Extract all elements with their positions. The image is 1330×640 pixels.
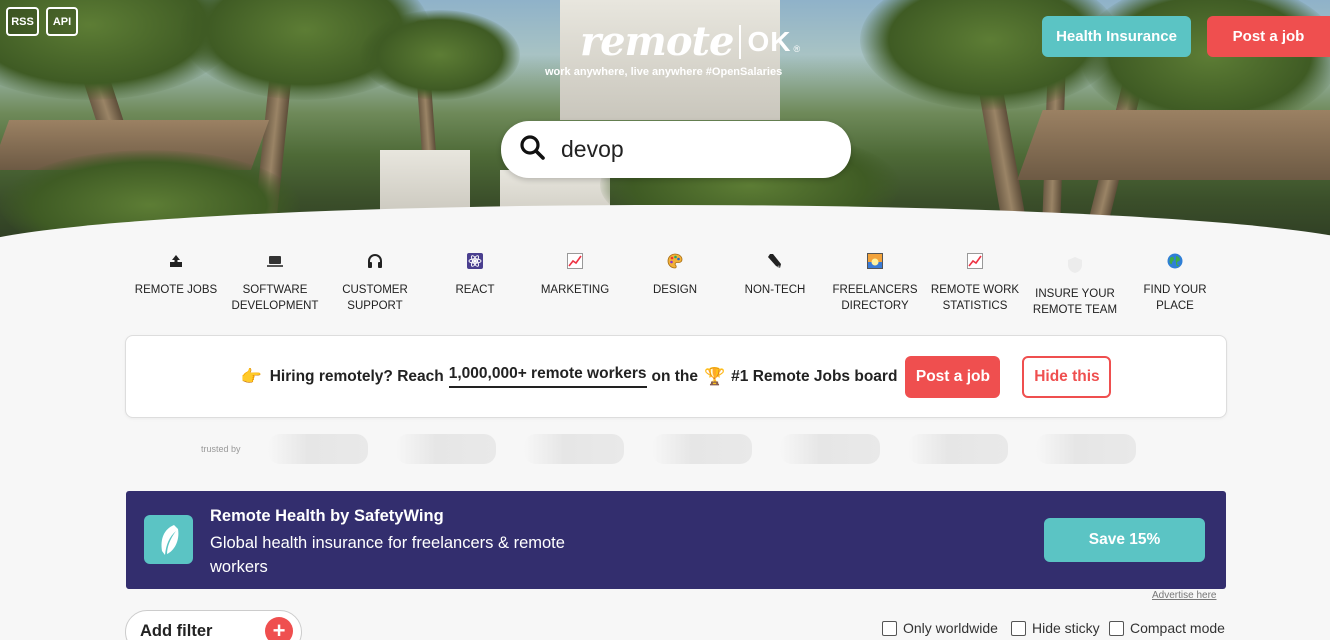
logo-ok: OK (747, 25, 792, 57)
hiring-post-job-button[interactable]: Post a job (905, 355, 1001, 398)
hide-sticky-checkbox[interactable]: Hide sticky (1011, 620, 1100, 636)
trusted-logo-placeholder (780, 434, 880, 464)
hiring-promo-box: 👉 Hiring remotely? Reach 1,000,000+ remo… (125, 335, 1227, 418)
category-label: DESIGN (652, 284, 698, 296)
advertise-here-link[interactable]: Advertise here (1152, 590, 1216, 601)
add-filter-label: Add filter (140, 622, 213, 640)
add-filter-button[interactable]: Add filter + (125, 610, 302, 640)
trusted-logo-placeholder (268, 434, 368, 464)
category-nav: REMOTE JOBS SOFTWARE DEVELOPMENT CUSTOME… (0, 252, 1330, 322)
logo-word: remote (580, 18, 734, 65)
trusted-logo-placeholder (1036, 434, 1136, 464)
tagline: work anywhere, live anywhere #OpenSalari… (545, 66, 783, 78)
sunset-icon (866, 252, 884, 270)
search-icon (519, 134, 545, 165)
category-non-tech[interactable]: NON-TECH (725, 252, 825, 298)
checkbox-label: Compact mode (1130, 620, 1225, 636)
safetywing-ad-banner[interactable]: Remote Health by SafetyWing Global healt… (126, 491, 1226, 589)
checkbox-label: Hide sticky (1032, 620, 1100, 636)
pen-icon (766, 252, 784, 270)
trophy-icon: 🏆 (704, 366, 726, 386)
api-button[interactable]: API (46, 7, 78, 36)
category-label: INSURE YOUR REMOTE TEAM (1032, 288, 1118, 316)
checkbox-label: Only worldwide (903, 620, 998, 636)
category-react[interactable]: REACT (425, 252, 525, 298)
laptop-icon (266, 252, 284, 270)
plus-icon: + (265, 617, 293, 640)
chart-icon (966, 252, 984, 270)
search-bar[interactable] (501, 121, 851, 178)
category-remote-jobs[interactable]: REMOTE JOBS (126, 252, 226, 298)
category-customer-support[interactable]: CUSTOMER SUPPORT (325, 252, 425, 314)
hiring-text-middle: on the (651, 367, 699, 385)
search-input[interactable] (561, 136, 821, 163)
category-label: REMOTE JOBS (134, 284, 218, 296)
palette-icon (666, 252, 684, 270)
hide-this-button[interactable]: Hide this (1022, 355, 1112, 398)
post-job-button[interactable]: Post a job (1207, 16, 1330, 57)
category-software-development[interactable]: SOFTWARE DEVELOPMENT (225, 252, 325, 314)
category-marketing[interactable]: MARKETING (525, 252, 625, 298)
category-label: SOFTWARE DEVELOPMENT (231, 284, 319, 312)
logo-divider (739, 24, 742, 59)
health-insurance-button[interactable]: Health Insurance (1042, 16, 1191, 57)
only-worldwide-checkbox[interactable]: Only worldwide (882, 620, 998, 636)
pointing-hand-icon: 👉 (240, 366, 262, 386)
hiring-highlight-link[interactable]: 1,000,000+ remote workers (448, 365, 647, 388)
category-label: REACT (455, 284, 495, 296)
category-label: NON-TECH (744, 284, 806, 296)
hiring-text-after: #1 Remote Jobs board (731, 367, 898, 385)
headphones-icon (366, 252, 384, 270)
category-find-your-place[interactable]: FIND YOUR PLACE (1125, 252, 1225, 314)
category-insure-remote-team[interactable]: INSURE YOUR REMOTE TEAM (1025, 252, 1125, 318)
category-remote-work-statistics[interactable]: REMOTE WORK STATISTICS (925, 252, 1025, 314)
checkbox-box[interactable] (882, 620, 897, 636)
category-label: FREELANCERS DIRECTORY (832, 284, 918, 312)
category-label: CUSTOMER SUPPORT (342, 284, 408, 312)
globe-icon (1166, 252, 1184, 270)
rss-button[interactable]: RSS (6, 7, 39, 36)
shield-icon (1066, 256, 1084, 274)
category-design[interactable]: DESIGN (625, 252, 725, 298)
feather-icon (144, 515, 193, 564)
safetywing-title: Remote Health by SafetyWing (210, 507, 444, 525)
logo[interactable]: remote OK ® (580, 18, 800, 65)
hiring-text-before: Hiring remotely? Reach (269, 367, 444, 385)
category-label: REMOTE WORK STATISTICS (930, 284, 1020, 312)
trusted-logo-placeholder (396, 434, 496, 464)
category-freelancers-directory[interactable]: FREELANCERS DIRECTORY (825, 252, 925, 314)
chart-icon (566, 252, 584, 270)
compact-mode-checkbox[interactable]: Compact mode (1109, 620, 1225, 636)
checkbox-box[interactable] (1109, 620, 1124, 636)
checkbox-box[interactable] (1011, 620, 1026, 636)
trusted-by-label: trusted by (201, 444, 241, 454)
category-label: MARKETING (540, 284, 610, 296)
trusted-logo-placeholder (908, 434, 1008, 464)
safetywing-subtitle: Global health insurance for freelancers … (210, 534, 565, 576)
react-icon (466, 252, 484, 270)
trusted-logo-placeholder (524, 434, 624, 464)
category-label: FIND YOUR PLACE (1143, 284, 1207, 312)
save-15-button[interactable]: Save 15% (1044, 518, 1205, 562)
trusted-logo-placeholder (652, 434, 752, 464)
upload-icon (167, 252, 185, 270)
logo-registered: ® (793, 43, 801, 54)
